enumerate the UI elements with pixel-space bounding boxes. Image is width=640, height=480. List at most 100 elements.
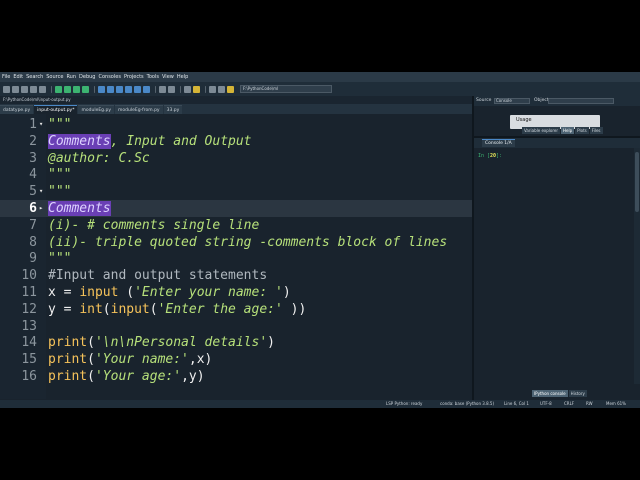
code-editor[interactable]: 1 ▾ """ 2 Comments, Input and Output 3 @author… bbox=[0, 114, 472, 399]
at-icon[interactable] bbox=[39, 85, 46, 93]
step-into-icon[interactable] bbox=[116, 85, 123, 93]
code-token: #Input and output statements bbox=[48, 268, 268, 284]
code-line[interactable]: 11 x = input ('Enter your name: ') bbox=[0, 284, 472, 301]
code-token: @author: C.Sc bbox=[48, 150, 150, 166]
help-pane-tab[interactable]: Plots bbox=[575, 127, 589, 134]
editor-tab[interactable]: moduleEg.py bbox=[78, 105, 114, 114]
code-text: (i)- # comments single line bbox=[48, 217, 259, 234]
menu-bar: File Edit Search Source Run Debug Consoles Proj… bbox=[0, 72, 640, 82]
stop-debug-icon[interactable] bbox=[143, 85, 150, 93]
editor-tab[interactable]: moduleEg-from.py bbox=[114, 105, 163, 114]
run-selection-icon[interactable] bbox=[82, 85, 89, 93]
menu-source[interactable]: Source bbox=[46, 72, 63, 82]
help-pane-tab[interactable]: Variable explorer bbox=[522, 127, 560, 134]
console-bottom-tab[interactable]: IPython console bbox=[532, 390, 568, 397]
code-line[interactable]: 8 (ii)- triple quoted string -comments bl… bbox=[0, 234, 472, 251]
status-position: Line 6, Col 1 bbox=[504, 401, 529, 406]
editor-tab[interactable]: input-output.py* bbox=[34, 105, 78, 114]
line-number: 7 bbox=[29, 217, 37, 233]
toolbar-separator bbox=[205, 85, 206, 93]
console-bottom-tabs: IPython console History bbox=[532, 390, 588, 397]
code-line[interactable]: 6 ▸ Comments bbox=[0, 200, 472, 217]
help-pane-tabs: Variable explorer Help Plots Files bbox=[522, 127, 604, 134]
run-icon[interactable] bbox=[55, 85, 62, 93]
code-token: ( bbox=[118, 285, 135, 300]
code-token: input bbox=[110, 301, 150, 317]
code-line[interactable]: 16 print('Your age:',y) bbox=[0, 368, 472, 385]
back-icon[interactable] bbox=[209, 85, 216, 93]
object-input[interactable] bbox=[548, 98, 614, 104]
code-token: (i)- # comments single line bbox=[48, 217, 260, 233]
console-bottom-tab[interactable]: History bbox=[568, 390, 587, 397]
right-panel: Source Console Object Usage Variable exp… bbox=[474, 96, 640, 400]
menu-file[interactable]: File bbox=[2, 72, 10, 82]
source-select[interactable]: Console bbox=[494, 98, 530, 104]
code-line[interactable]: 7 (i)- # comments single line bbox=[0, 217, 472, 234]
menu-debug[interactable]: Debug bbox=[79, 72, 95, 82]
console-scrollbar[interactable] bbox=[634, 148, 640, 384]
run-cell-icon[interactable] bbox=[64, 85, 71, 93]
code-line[interactable]: 10 #Input and output statements bbox=[0, 267, 472, 284]
code-text: Comments, Input and Output bbox=[48, 133, 252, 150]
debug-icon[interactable] bbox=[98, 85, 105, 93]
search-highlight: Comments bbox=[48, 201, 111, 216]
help-pane-tab[interactable]: Files bbox=[589, 127, 603, 134]
scrollbar-thumb[interactable] bbox=[635, 152, 639, 212]
code-line[interactable]: 4 """ bbox=[0, 166, 472, 183]
code-text: print('Your name:',x) bbox=[48, 351, 212, 368]
menu-projects[interactable]: Projects bbox=[124, 72, 144, 82]
editor-tab[interactable]: datatype.py bbox=[0, 105, 34, 114]
code-line[interactable]: 12 y = int(input('Enter the age:' )) bbox=[0, 301, 472, 318]
code-line[interactable]: 1 ▾ """ bbox=[0, 116, 472, 133]
fullscreen-icon[interactable] bbox=[168, 85, 175, 93]
step-return-icon[interactable] bbox=[125, 85, 132, 93]
code-line[interactable]: 14 print('\n\nPersonal details') bbox=[0, 334, 472, 351]
menu-run[interactable]: Run bbox=[66, 72, 76, 82]
maximize-pane-icon[interactable] bbox=[159, 85, 166, 93]
open-file-icon[interactable] bbox=[12, 85, 19, 93]
menu-tools[interactable]: Tools bbox=[147, 72, 159, 82]
folder-icon[interactable] bbox=[227, 85, 234, 93]
fold-toggle-icon[interactable]: ▾ bbox=[39, 183, 43, 200]
menu-consoles[interactable]: Consoles bbox=[98, 72, 120, 82]
editor-tab[interactable]: 33.py bbox=[163, 105, 183, 114]
code-line[interactable]: 3 @author: C.Sc bbox=[0, 150, 472, 167]
menu-search[interactable]: Search bbox=[26, 72, 43, 82]
fold-toggle-icon[interactable]: ▾ bbox=[39, 116, 43, 133]
toolbar-separator bbox=[94, 85, 95, 93]
code-token: y = bbox=[48, 301, 80, 317]
save-icon[interactable] bbox=[21, 85, 28, 93]
run-cell-advance-icon[interactable] bbox=[73, 85, 80, 93]
main-toolbar: F:\PythonCode\ml bbox=[0, 82, 640, 96]
menu-help[interactable]: Help bbox=[177, 72, 188, 82]
code-line[interactable]: 9 """ bbox=[0, 250, 472, 267]
working-directory-input[interactable]: F:\PythonCode\ml bbox=[240, 85, 332, 93]
code-line[interactable]: 15 print('Your name:',x) bbox=[0, 351, 472, 368]
editor-tabs: datatype.py input-output.py* moduleEg.py mo… bbox=[0, 104, 472, 114]
new-file-icon[interactable] bbox=[3, 85, 10, 93]
fold-toggle-icon[interactable]: ▸ bbox=[39, 200, 43, 217]
code-text: @author: C.Sc bbox=[48, 150, 150, 167]
toolbar-separator bbox=[155, 85, 156, 93]
step-icon[interactable] bbox=[107, 85, 114, 93]
code-line[interactable]: 5 ▾ """ bbox=[0, 183, 472, 200]
console-tab[interactable]: Console 1/A bbox=[482, 139, 515, 147]
help-pane-tab[interactable]: Help bbox=[560, 127, 575, 134]
menu-edit[interactable]: Edit bbox=[13, 72, 23, 82]
save-all-icon[interactable] bbox=[30, 85, 37, 93]
continue-icon[interactable] bbox=[134, 85, 141, 93]
prompt-suffix: ]: bbox=[496, 153, 503, 159]
code-text: print('Your age:',y) bbox=[48, 368, 205, 385]
code-text: """ bbox=[48, 183, 71, 200]
forward-icon[interactable] bbox=[218, 85, 225, 93]
menu-view[interactable]: View bbox=[162, 72, 174, 82]
code-token: '\n\nPersonal details' bbox=[94, 335, 268, 351]
preferences-icon[interactable] bbox=[184, 85, 191, 93]
code-line[interactable]: 2 Comments, Input and Output bbox=[0, 133, 472, 150]
python-path-icon[interactable] bbox=[193, 85, 200, 93]
code-text: print('\n\nPersonal details') bbox=[48, 334, 275, 351]
code-text: """ bbox=[48, 166, 71, 183]
ipython-console[interactable]: In [20]: bbox=[474, 148, 634, 384]
code-line[interactable]: 13 bbox=[0, 318, 472, 335]
line-number: 14 bbox=[21, 335, 37, 351]
